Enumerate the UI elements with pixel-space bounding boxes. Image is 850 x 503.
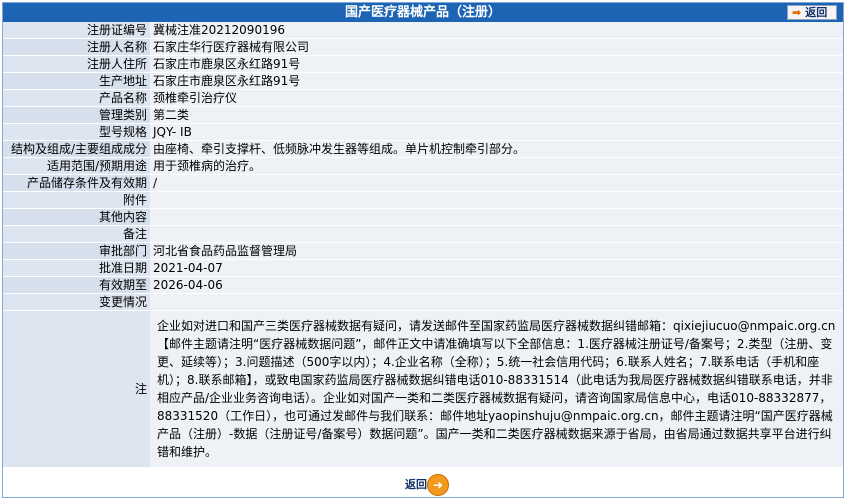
footer: 返回 ➜: [3, 474, 843, 496]
table-row: 生产地址 石家庄市鹿泉区永红路91号: [3, 72, 843, 90]
row-value: 石家庄市鹿泉区永红路91号: [150, 72, 843, 90]
note-text: 企业如对进口和国产三类医疗器械数据有疑问，请发送邮件至国家药监局医疗器械数据纠错…: [157, 319, 836, 459]
table-row: 审批部门 河北省食品药品监督管理局: [3, 242, 843, 260]
back-button-top[interactable]: ➡ 返回: [787, 5, 837, 20]
row-value: 2026-04-06: [150, 276, 843, 294]
back-button-label: 返回: [805, 6, 828, 19]
table-row: 注册人住所 石家庄市鹿泉区永红路91号: [3, 55, 843, 73]
circle-arrow-icon: ➜: [427, 474, 449, 496]
row-value: 颈椎牵引治疗仪: [150, 89, 843, 107]
row-label: 注: [3, 310, 150, 468]
table-row: 其他内容: [3, 208, 843, 226]
row-label: 审批部门: [3, 242, 150, 260]
row-value: 河北省食品药品监督管理局: [150, 242, 843, 260]
arrow-right-icon: ➡: [792, 6, 802, 19]
table-row: 批准日期 2021-04-07: [3, 259, 843, 277]
row-value: [150, 208, 843, 226]
row-label: 生产地址: [3, 72, 150, 90]
row-label: 适用范围/预期用途: [3, 157, 150, 175]
note-cell: 企业如对进口和国产三类医疗器械数据有疑问，请发送邮件至国家药监局医疗器械数据纠错…: [150, 310, 843, 468]
row-label: 其他内容: [3, 208, 150, 226]
row-label: 附件: [3, 191, 150, 209]
row-value: 石家庄华行医疗器械有限公司: [150, 38, 843, 56]
row-value: 由座椅、牵引支撑杆、低频脉冲发生器等组成。单片机控制牵引部分。: [150, 140, 843, 158]
table-row: 管理类别 第二类: [3, 106, 843, 124]
table-row: 备注: [3, 225, 843, 243]
detail-table: 注册证编号 冀械注准20212090196 注册人名称 石家庄华行医疗器械有限公司 注册…: [3, 22, 843, 468]
row-value: 用于颈椎病的治疗。: [150, 157, 843, 175]
row-label: 结构及组成/主要组成成分: [3, 140, 150, 158]
page-title: 国产医疗器械产品（注册）: [344, 5, 501, 20]
table-row: 产品储存条件及有效期 /: [3, 174, 843, 192]
row-value: 2021-04-07: [150, 259, 843, 277]
back-button-bottom[interactable]: 返回 ➜: [397, 474, 449, 496]
row-value: JQY- IB: [150, 123, 843, 141]
row-value: 第二类: [150, 106, 843, 124]
row-label: 变更情况: [3, 293, 150, 311]
table-row: 产品名称 颈椎牵引治疗仪: [3, 89, 843, 107]
row-label: 备注: [3, 225, 150, 243]
row-label: 注册人住所: [3, 55, 150, 73]
table-row: 附件: [3, 191, 843, 209]
table-row: 结构及组成/主要组成成分 由座椅、牵引支撑杆、低频脉冲发生器等组成。单片机控制牵引…: [3, 140, 843, 158]
table-row: 有效期至 2026-04-06: [3, 276, 843, 294]
back-button-label: 返回: [405, 478, 427, 491]
row-label: 注册人名称: [3, 38, 150, 56]
row-value: [150, 293, 843, 311]
row-label: 产品名称: [3, 89, 150, 107]
row-value: /: [150, 174, 843, 192]
table-row: 适用范围/预期用途 用于颈椎病的治疗。: [3, 157, 843, 175]
table-row: 注册证编号 冀械注准20212090196: [3, 22, 843, 39]
row-label: 批准日期: [3, 259, 150, 277]
note-row: 注 企业如对进口和国产三类医疗器械数据有疑问，请发送邮件至国家药监局医疗器械数据…: [3, 310, 843, 468]
page-header: 国产医疗器械产品（注册） ➡ 返回: [3, 3, 843, 22]
row-label: 型号规格: [3, 123, 150, 141]
detail-panel: 国产医疗器械产品（注册） ➡ 返回 注册证编号 冀械注准20212090196 注册人…: [2, 2, 844, 498]
row-value: 冀械注准20212090196: [150, 22, 843, 39]
row-value: [150, 191, 843, 209]
row-value: [150, 225, 843, 243]
row-label: 产品储存条件及有效期: [3, 174, 150, 192]
row-label: 有效期至: [3, 276, 150, 294]
row-label: 注册证编号: [3, 22, 150, 39]
table-row: 注册人名称 石家庄华行医疗器械有限公司: [3, 38, 843, 56]
table-row: 变更情况: [3, 293, 843, 311]
table-row: 型号规格 JQY- IB: [3, 123, 843, 141]
row-value: 石家庄市鹿泉区永红路91号: [150, 55, 843, 73]
row-label: 管理类别: [3, 106, 150, 124]
